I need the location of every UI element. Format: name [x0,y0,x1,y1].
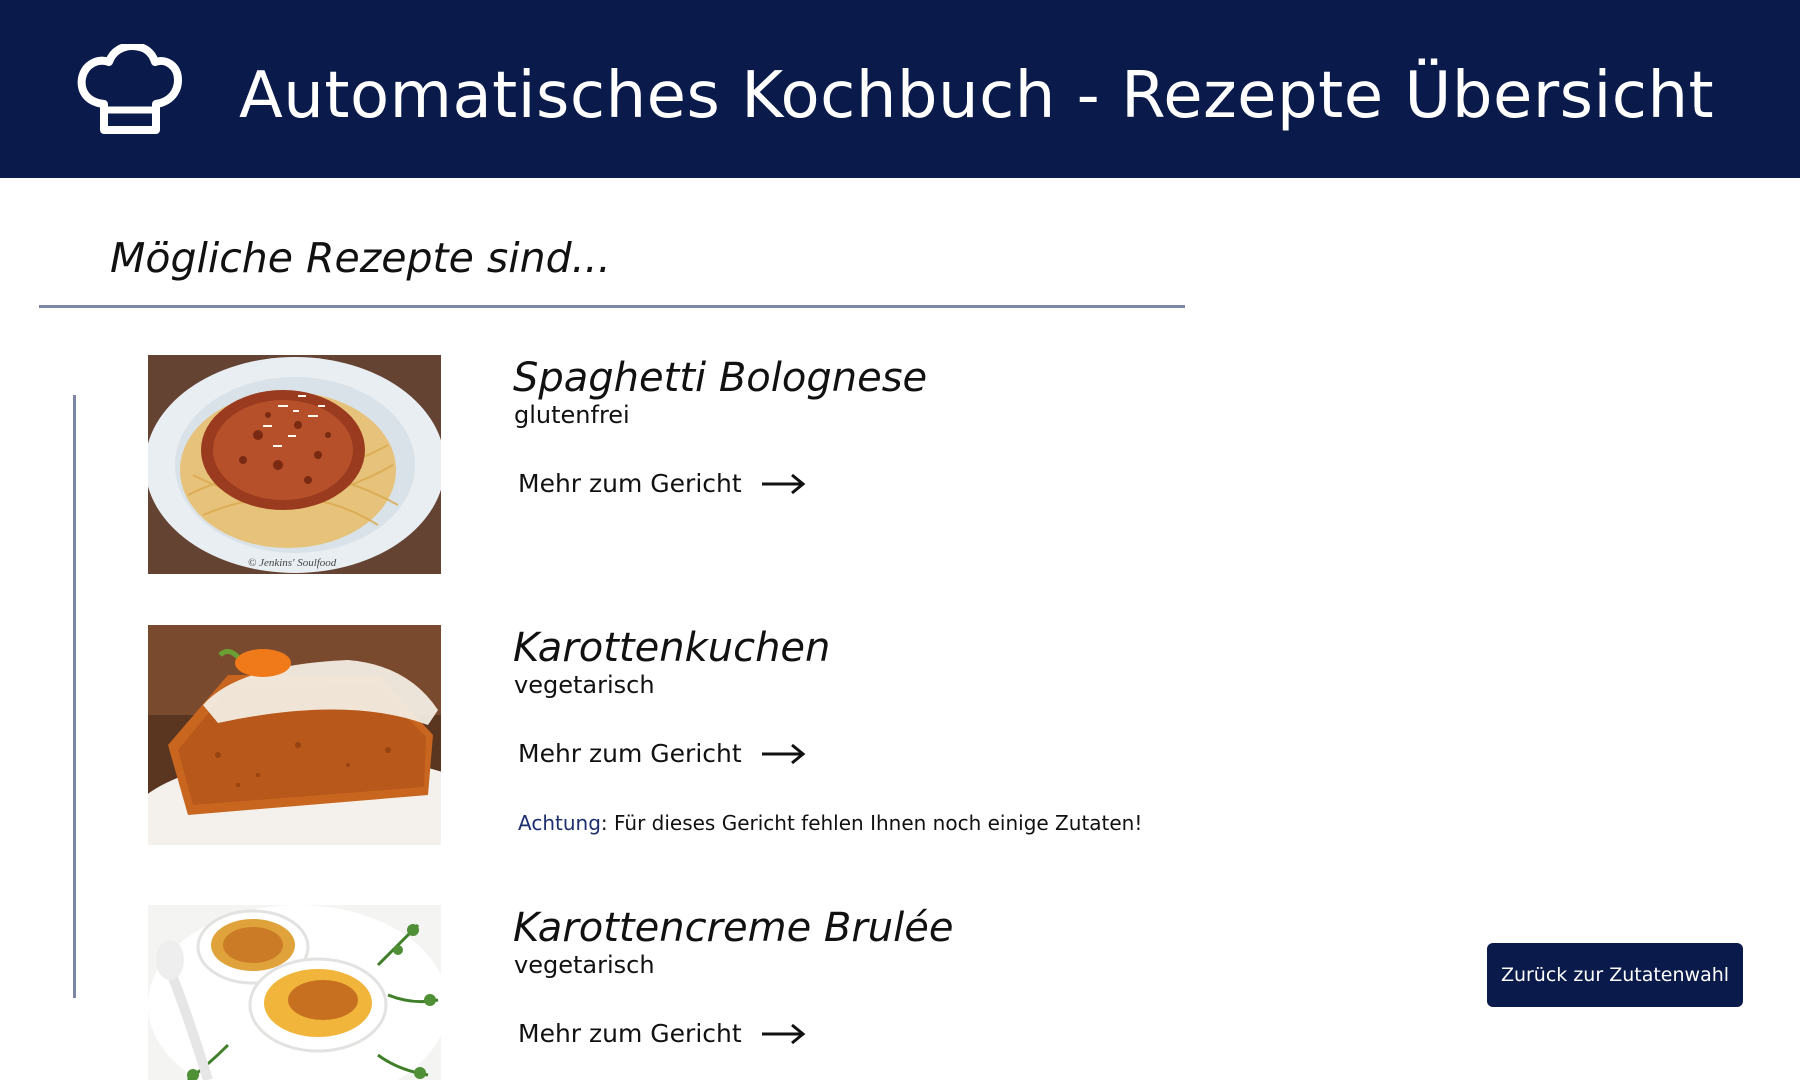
warning-text: : Für dieses Gericht fehlen Ihnen noch e… [600,811,1143,835]
recipe-name: Karottenkuchen [513,625,831,671]
carrot-cake-photo[interactable] [148,625,441,845]
back-to-ingredients-button[interactable]: Zurück zur Zutatenwahl [1487,943,1743,1007]
more-about-dish-link[interactable]: Mehr zum Gericht [518,1017,806,1051]
carrot-creme-brulee-photo[interactable] [148,905,441,1080]
page-title: Automatisches Kochbuch - Rezepte Übersic… [239,59,1715,133]
more-link-label: Mehr zum Gericht [518,1019,742,1048]
recipe-diet-tag: vegetarisch [514,671,655,699]
recipe-name: Spaghetti Bolognese [513,355,928,401]
more-link-label: Mehr zum Gericht [518,739,742,768]
section-divider [39,305,1185,308]
photo-credit: © Jenkins' Soulfood [248,557,337,569]
missing-ingredients-warning: Achtung: Für dieses Gericht fehlen Ihnen… [518,810,1142,836]
recipe-name: Karottencreme Brulée [513,905,954,951]
recipe-diet-tag: vegetarisch [514,951,655,979]
spaghetti-bolognese-photo[interactable]: © Jenkins' Soulfood [148,355,441,574]
arrow-right-icon [761,743,806,765]
more-link-label: Mehr zum Gericht [518,469,742,498]
warning-label: Achtung [518,811,601,835]
chef-hat-icon [77,44,182,134]
arrow-right-icon [761,473,806,495]
section-heading: Mögliche Rezepte sind... [110,234,611,282]
more-about-dish-link[interactable]: Mehr zum Gericht [518,737,806,771]
recipe-list-line [73,395,76,998]
arrow-right-icon [761,1023,806,1045]
page-header: Automatisches Kochbuch - Rezepte Übersic… [0,0,1800,178]
recipe-diet-tag: glutenfrei [514,401,630,429]
more-about-dish-link[interactable]: Mehr zum Gericht [518,467,806,501]
